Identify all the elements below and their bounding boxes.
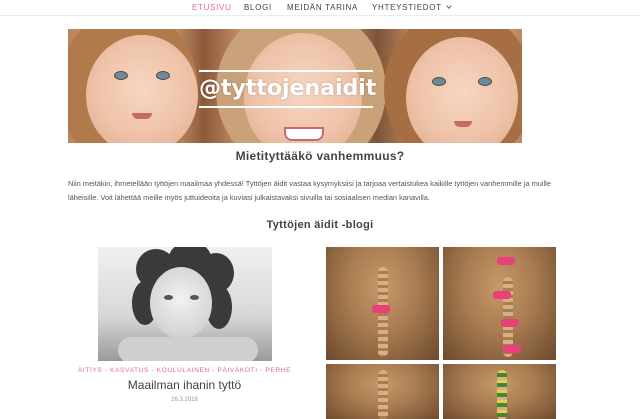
braid-shape [378, 370, 388, 419]
top-navigation: ETUSIVU BLOGI MEIDÄN TARINA YHTEYSTIEDOT [0, 0, 640, 16]
mouth [132, 113, 152, 119]
chevron-down-icon [445, 3, 452, 9]
nav-item-blogi[interactable]: BLOGI [244, 3, 272, 12]
page-heading: Mietityttääkö vanhemmuus? [235, 149, 405, 163]
post-thumbnail-collage[interactable] [326, 247, 557, 419]
post-title[interactable]: Maailman ihanin tyttö [68, 378, 301, 392]
arm-shape [118, 337, 258, 361]
nav-item-meidan-tarina[interactable]: MEIDÄN TARINA [287, 3, 358, 12]
collage-tile [326, 247, 439, 360]
collage-tile [443, 364, 556, 419]
bow-shape [497, 257, 515, 265]
mouth [284, 127, 324, 141]
nav-item-yhteystiedot-label: YHTEYSTIEDOT [372, 3, 442, 12]
hero-banner-image: @tyttojenaidit [68, 29, 522, 143]
child-face-left [86, 35, 198, 143]
eye [478, 77, 492, 86]
eye [190, 295, 199, 300]
bow-shape [503, 345, 521, 353]
nav-item-etusivu[interactable]: ETUSIVU [192, 3, 232, 12]
blog-section-heading: Tyttöjen äidit -blogi [266, 219, 374, 231]
collage-tile [443, 247, 556, 360]
post-date: 26.3.2018 [171, 397, 198, 403]
bow-shape [501, 319, 519, 327]
bow-shape [372, 305, 390, 313]
intro-text: Niin meitäkin, ihmetellään tyttöjen maai… [68, 179, 551, 202]
nav-item-yhteystiedot[interactable]: YHTEYSTIEDOT [372, 3, 452, 12]
post-categories[interactable]: ÄITIYS - KASVATUS - KOULULAINEN - PÄIVÄK… [68, 367, 301, 374]
eye [164, 295, 173, 300]
child-face [150, 267, 212, 339]
eye [432, 77, 446, 86]
eye [156, 71, 170, 80]
post-thumbnail[interactable] [98, 247, 272, 361]
eye [114, 71, 128, 80]
hero-caption: @tyttojenaidit [199, 70, 376, 108]
collage-tile [326, 364, 439, 419]
braid-shape [497, 370, 507, 419]
bow-shape [493, 291, 511, 299]
